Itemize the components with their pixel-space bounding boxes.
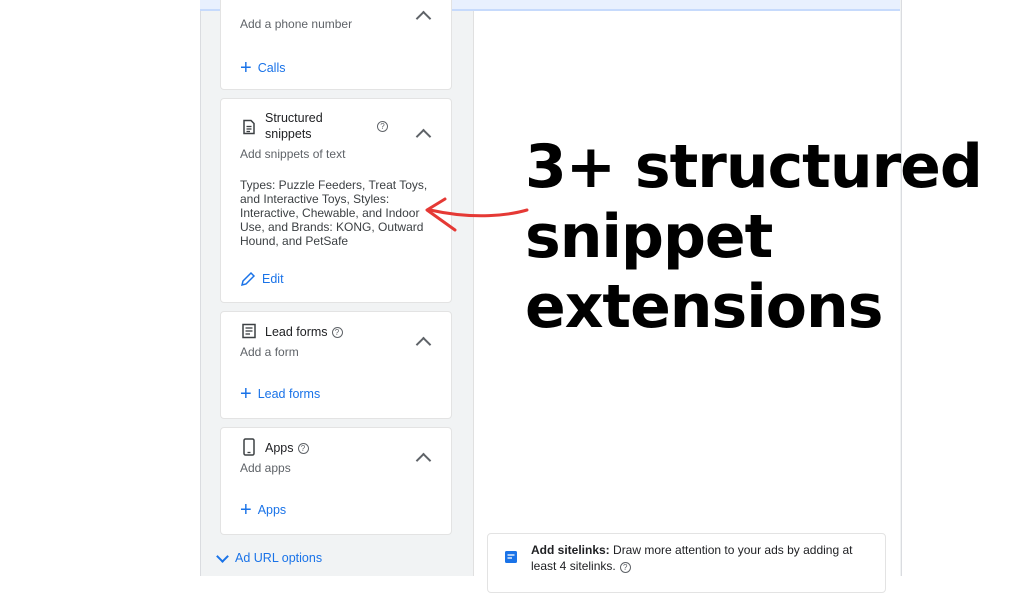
annotation-headline: 3+ structured snippet extensions: [525, 132, 1005, 342]
add-calls-button[interactable]: + Calls: [240, 57, 286, 79]
help-icon[interactable]: ?: [331, 327, 343, 338]
apps-title: Apps?: [265, 440, 309, 456]
plus-icon: +: [240, 57, 252, 79]
sitelinks-bold: Add sitelinks:: [531, 543, 610, 557]
calls-subtitle: Add a phone number: [240, 17, 353, 31]
structured-snippets-value: Types: Puzzle Feeders, Treat Toys, and I…: [240, 178, 428, 248]
structured-snippets-title: Structured snippets: [265, 111, 323, 141]
pencil-icon: [240, 271, 256, 287]
annotation-line-1: 3+ structured: [525, 132, 983, 202]
lead-forms-card: Lead forms? Add a form + Lead forms: [220, 311, 452, 419]
apps-card: Apps? Add apps + Apps: [220, 427, 452, 535]
ad-url-options-toggle[interactable]: Ad URL options: [216, 549, 323, 565]
add-apps-button[interactable]: + Apps: [240, 499, 287, 521]
apps-subtitle: Add apps: [240, 461, 291, 475]
lead-forms-title-text: Lead forms: [265, 325, 328, 339]
apps-action-label: Apps: [257, 503, 287, 517]
help-icon[interactable]: ?: [619, 562, 631, 573]
help-icon[interactable]: ?: [377, 121, 388, 132]
chevron-up-icon[interactable]: [415, 452, 432, 469]
sitelinks-tip: Add sitelinks: Draw more attention to yo…: [487, 533, 886, 593]
help-icon[interactable]: ?: [297, 443, 309, 454]
edit-label: Edit: [262, 272, 284, 286]
edit-snippets-button[interactable]: Edit: [240, 271, 284, 287]
apps-title-text: Apps: [265, 441, 294, 455]
calls-card: Add a phone number + Calls: [220, 0, 452, 90]
chevron-up-icon[interactable]: [415, 10, 432, 27]
chevron-up-icon[interactable]: [415, 128, 432, 145]
annotation-line-3: extensions: [525, 272, 883, 342]
lead-forms-title: Lead forms?: [265, 324, 343, 340]
add-lead-forms-button[interactable]: + Lead forms: [240, 383, 321, 405]
document-icon: [243, 119, 255, 135]
plus-icon: +: [240, 383, 252, 405]
ad-url-options-label: Ad URL options: [235, 551, 323, 565]
structured-snippets-subtitle: Add snippets of text: [240, 147, 346, 161]
sitelinks-text: Add sitelinks: Draw more attention to yo…: [531, 542, 871, 574]
plus-icon: +: [240, 499, 252, 521]
chevron-down-icon: [216, 549, 229, 563]
sitelinks-icon: [505, 551, 517, 563]
phone-icon: [243, 438, 255, 456]
lead-forms-subtitle: Add a form: [240, 345, 299, 359]
annotation-arrow: [425, 197, 529, 232]
annotation-line-2: snippet: [525, 202, 773, 272]
chevron-up-icon[interactable]: [415, 336, 432, 353]
form-icon: [242, 323, 256, 339]
calls-action-label: Calls: [257, 61, 286, 75]
lead-forms-action-label: Lead forms: [257, 387, 321, 401]
